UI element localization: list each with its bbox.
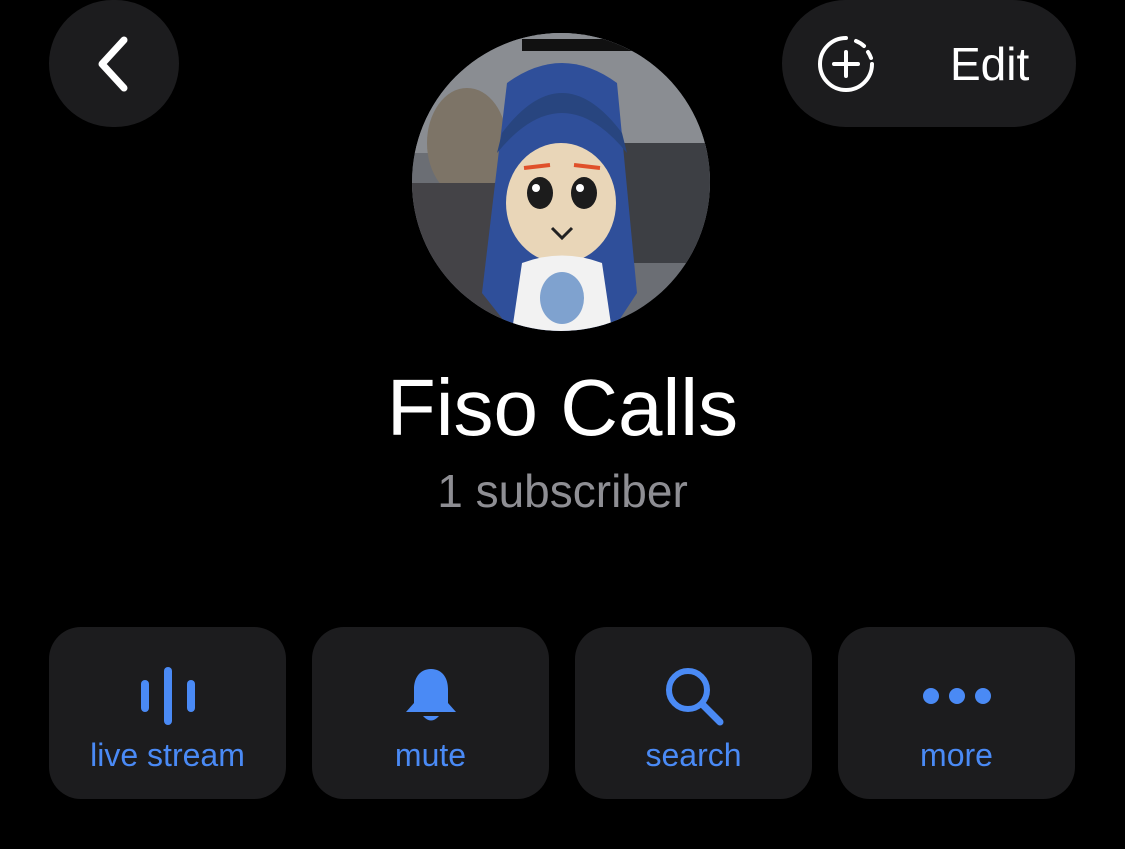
action-bar: live stream mute search more: [49, 627, 1075, 799]
back-button[interactable]: [49, 0, 179, 127]
edit-label: Edit: [950, 37, 1030, 90]
live-stream-label: live stream: [90, 737, 245, 773]
search-label: search: [645, 737, 742, 773]
more-label: more: [920, 737, 993, 773]
live-stream-button[interactable]: live stream: [49, 627, 286, 799]
mute-button[interactable]: mute: [312, 627, 549, 799]
channel-avatar[interactable]: [412, 33, 710, 331]
channel-name: Fiso Calls: [386, 363, 739, 452]
edit-button[interactable]: Edit: [782, 0, 1076, 127]
avatar-illustration: [412, 33, 710, 331]
more-button[interactable]: more: [838, 627, 1075, 799]
ellipsis-icon: [922, 667, 992, 725]
search-icon: [664, 667, 724, 726]
bell-icon: [403, 667, 459, 725]
add-story-icon: [816, 34, 876, 94]
chevron-left-icon: [98, 36, 128, 91]
search-button[interactable]: search: [575, 627, 812, 799]
mute-label: mute: [394, 737, 467, 773]
audio-bars-icon: [138, 667, 198, 725]
subscriber-count: 1 subscriber: [437, 465, 688, 517]
